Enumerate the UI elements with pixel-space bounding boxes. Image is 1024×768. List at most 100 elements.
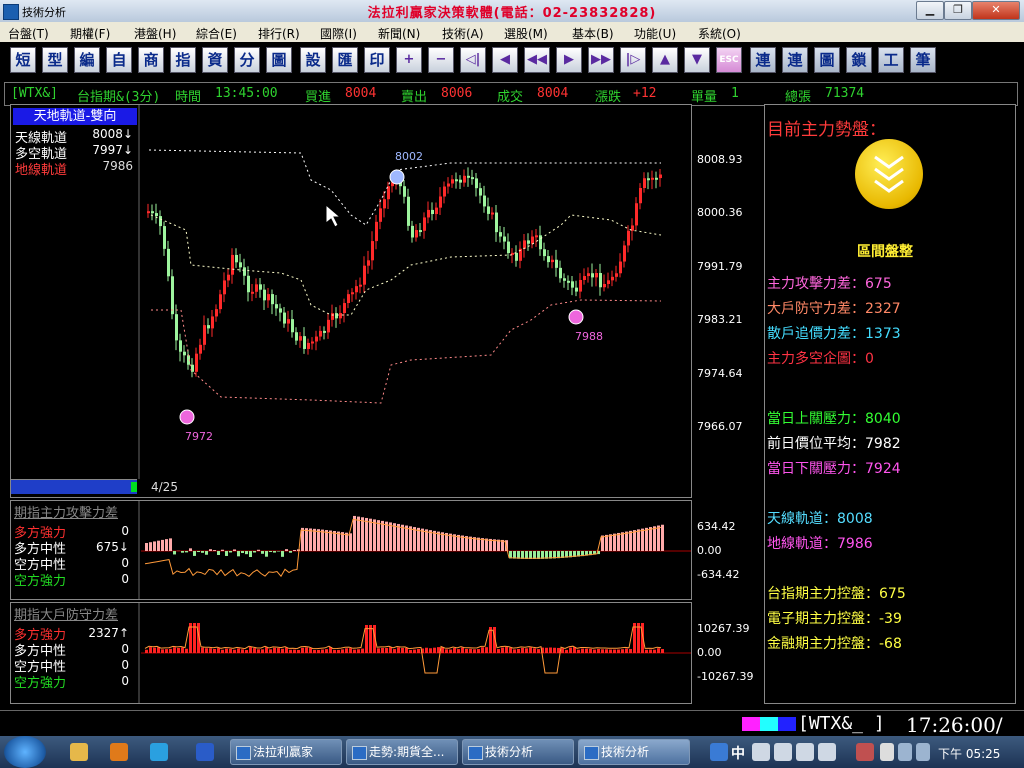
toolbar-button[interactable]: 短: [10, 47, 36, 73]
start-button-icon[interactable]: [4, 736, 46, 768]
side-item: 大戶防守力差：2327: [767, 298, 901, 318]
task-trend[interactable]: 走勢:期貨全...: [346, 739, 458, 765]
toolbar-button[interactable]: ▶▶: [588, 47, 614, 73]
toolbar-button[interactable]: 自: [106, 47, 132, 73]
menu-item[interactable]: 國際(I): [320, 25, 357, 42]
menu-item[interactable]: 功能(U): [634, 25, 676, 42]
scroll-thumb[interactable]: [131, 482, 137, 492]
toolbar-button[interactable]: 指: [170, 47, 196, 73]
attack-bar: [269, 551, 272, 553]
menu-item[interactable]: 基本(B): [572, 25, 614, 42]
close-icon[interactable]: ✕: [972, 1, 1020, 20]
minimize-icon[interactable]: ▁: [916, 1, 944, 20]
ime-option-icon[interactable]: [818, 743, 836, 761]
toolbar-button[interactable]: 編: [74, 47, 100, 73]
attack-bar: [285, 549, 288, 551]
status-code-input[interactable]: [WTX&_ ]: [798, 713, 885, 734]
menu-item[interactable]: 台盤(T): [8, 25, 49, 42]
chart-scrollbar[interactable]: [11, 479, 137, 494]
toolbar-button[interactable]: ESC: [716, 47, 742, 73]
task-tech-1[interactable]: 技術分析: [462, 739, 574, 765]
candle-body: [579, 280, 582, 292]
explorer-icon[interactable]: [70, 743, 88, 761]
menu-item[interactable]: 選股(M): [504, 25, 548, 42]
tray-clock[interactable]: 下午 05:25: [938, 745, 1000, 762]
menu-item[interactable]: 新聞(N): [378, 25, 420, 42]
toolbar-button[interactable]: ▲: [652, 47, 678, 73]
toolbar-button[interactable]: 鎖: [846, 47, 872, 73]
defense-bar: [325, 649, 328, 653]
candle-body: [243, 267, 246, 276]
toolbar-button[interactable]: 設: [300, 47, 326, 73]
menu-item[interactable]: 技術(A): [442, 25, 484, 42]
toolbar-button[interactable]: ◀: [492, 47, 518, 73]
attack-row-value: 0: [121, 524, 129, 538]
toolbar-button[interactable]: ▼: [684, 47, 710, 73]
toolbar-button[interactable]: +: [396, 47, 422, 73]
toolbar-button[interactable]: |▷: [620, 47, 646, 73]
toolbar-button[interactable]: 連: [750, 47, 776, 73]
candle-body: [591, 273, 594, 278]
network-icon[interactable]: [898, 743, 912, 761]
attack-bar: [333, 531, 336, 551]
defense-bar: [261, 649, 264, 653]
ime-indicator[interactable]: 中: [731, 743, 745, 763]
keyboard-icon[interactable]: [710, 743, 728, 761]
task-ferrari[interactable]: 法拉利贏家: [230, 739, 342, 765]
toolbar-button[interactable]: 型: [42, 47, 68, 73]
ime-option-icon[interactable]: [752, 743, 770, 761]
attack-power-chart[interactable]: 期指主力攻擊力差 多方強力 0 多方中性 675↓ 空方中性 0 空方強力 0 …: [10, 500, 739, 600]
task-app-icon: [352, 746, 367, 760]
toolbar-button[interactable]: −: [428, 47, 454, 73]
candle-body: [311, 341, 314, 344]
browser-icon[interactable]: [150, 743, 168, 761]
attack-bar: [389, 522, 392, 551]
candle-body: [431, 209, 434, 215]
volume-icon[interactable]: [916, 743, 930, 761]
menu-item[interactable]: 排行(R): [258, 25, 300, 42]
side-item-separator: ：: [851, 326, 865, 342]
toolbar-button[interactable]: 印: [364, 47, 390, 73]
menu-item[interactable]: 系統(O): [698, 25, 741, 42]
main-candlestick-chart[interactable]: 天地軌道-雙向 天線軌道 8008↓ 多空軌道 7997↓ 地線軌道 7986 …: [10, 104, 743, 498]
task-tech-2[interactable]: 技術分析: [578, 739, 690, 765]
menu-item[interactable]: 綜合(E): [196, 25, 237, 42]
toolbar-button[interactable]: ◁|: [460, 47, 486, 73]
candle-body: [559, 267, 562, 279]
candle-body: [455, 179, 458, 182]
toolbar-button[interactable]: 工: [878, 47, 904, 73]
menu-item[interactable]: 港盤(H): [134, 25, 176, 42]
menu-item[interactable]: 期權(F): [70, 25, 110, 42]
toolbar-button[interactable]: 分: [234, 47, 260, 73]
flag-icon[interactable]: [880, 743, 894, 761]
toolbar-button[interactable]: ◀◀: [524, 47, 550, 73]
candle-body: [459, 179, 462, 183]
toolbar-button[interactable]: 筆: [910, 47, 936, 73]
task-label: 法拉利贏家: [253, 745, 314, 759]
ime-option-icon[interactable]: [796, 743, 814, 761]
toolbar-button[interactable]: 圖: [814, 47, 840, 73]
candle-body: [607, 280, 610, 284]
defense-power-chart[interactable]: 期指大戶防守力差 多方強力 2327↑ 多方中性 0 空方中性 0 空方強力 0…: [10, 602, 753, 704]
defense-bar: [289, 649, 292, 653]
toolbar-button[interactable]: 連: [782, 47, 808, 73]
word-icon[interactable]: [196, 743, 214, 761]
candle-body: [379, 208, 382, 222]
side-item-value: 7924: [865, 461, 901, 477]
defense-bar: [609, 649, 612, 653]
ime-option-icon[interactable]: [774, 743, 792, 761]
side-item-label: 大戶防守力差: [767, 301, 851, 317]
toolbar-button[interactable]: ▶: [556, 47, 582, 73]
toolbar-button[interactable]: 匯: [332, 47, 358, 73]
ime-tool-icon[interactable]: [856, 743, 874, 761]
defense-bar: [265, 647, 268, 653]
toolbar-button[interactable]: 圖: [266, 47, 292, 73]
attack-bar: [657, 525, 660, 551]
media-player-icon[interactable]: [110, 743, 128, 761]
toolbar-button[interactable]: 資: [202, 47, 228, 73]
toolbar-button[interactable]: 商: [138, 47, 164, 73]
restore-icon[interactable]: ❐: [944, 1, 972, 20]
candle-body: [639, 188, 642, 204]
candle-body: [507, 241, 510, 254]
candle-body: [495, 212, 498, 233]
